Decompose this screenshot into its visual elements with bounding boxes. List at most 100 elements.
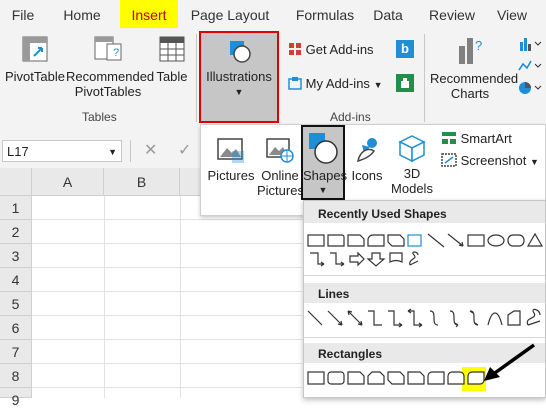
pie-chart-icon[interactable] (518, 80, 544, 96)
name-box[interactable]: L17 ▼ (2, 140, 122, 162)
addins-icon (288, 76, 302, 90)
shape-elbow-connector[interactable] (310, 252, 325, 267)
row-header-2[interactable]: 2 (0, 220, 32, 244)
line-scribble[interactable] (526, 308, 541, 326)
bing-icon[interactable]: b (396, 40, 414, 58)
shape-round-corner-rectangle[interactable] (367, 234, 385, 247)
illustrations-button[interactable]: Illustrations ▼ (199, 31, 279, 123)
column-header-a[interactable]: A (32, 168, 104, 196)
table-icon (159, 36, 185, 62)
grid-line (32, 291, 302, 292)
rect-snip-round[interactable] (407, 371, 425, 385)
tab-file[interactable]: File (6, 0, 40, 28)
shape-arrow[interactable] (447, 233, 464, 247)
rect-snip-single[interactable] (347, 371, 365, 385)
pointer-arrow-icon (484, 343, 536, 381)
line-straight[interactable] (307, 310, 323, 326)
chevron-down-icon: ▼ (373, 80, 383, 90)
tab-data[interactable]: Data (370, 0, 406, 28)
line-curved-double-arrow[interactable] (469, 310, 479, 326)
tab-formulas[interactable]: Formulas (290, 0, 360, 28)
rect-round-single[interactable] (427, 371, 445, 385)
row-header-7[interactable]: 7 (0, 340, 32, 364)
section-divider (304, 337, 545, 338)
get-addins-button[interactable]: Get Add-ins (288, 42, 374, 57)
shapes-button[interactable]: Shapes ▼ (301, 125, 348, 200)
pictures-icon (217, 138, 244, 163)
svg-text:?: ? (113, 47, 119, 59)
line-double-arrow[interactable] (347, 310, 363, 326)
line-curved-arrow[interactable] (449, 310, 459, 328)
people-graph-icon[interactable] (396, 74, 414, 92)
screenshot-label: Screenshot (460, 153, 527, 168)
shape-right-arrow[interactable] (349, 251, 365, 267)
smartart-button[interactable]: SmartArt (441, 131, 512, 146)
select-all-corner[interactable] (0, 168, 32, 196)
shape-oval[interactable] (487, 234, 505, 247)
tab-page-layout[interactable]: Page Layout (188, 0, 272, 28)
line-arrow[interactable] (327, 310, 343, 326)
rect-rounded[interactable] (327, 371, 345, 385)
shape-down-arrow[interactable] (366, 252, 386, 267)
rectangles-title: Rectangles (318, 347, 383, 361)
line-curved[interactable] (429, 310, 439, 326)
line-curve[interactable] (487, 312, 503, 326)
pivottable-button[interactable]: PivotTable (2, 34, 68, 84)
ribbon-separator (196, 34, 197, 122)
chevron-down-icon: ▼ (530, 157, 539, 167)
line-freeform-shape[interactable] (507, 310, 521, 326)
screenshot-button[interactable]: Screenshot ▼ (441, 153, 539, 170)
shape-rounded-rectangle[interactable] (327, 234, 345, 247)
shape-triangle[interactable] (526, 232, 544, 247)
line-chart-icon[interactable] (518, 58, 544, 74)
shape-rounded-rect[interactable] (507, 234, 525, 247)
icons-button[interactable]: Icons (347, 135, 387, 183)
row-header-9[interactable]: 9 (0, 388, 32, 408)
online-pictures-button[interactable]: Online Pictures (257, 135, 304, 198)
shape-document[interactable] (389, 252, 403, 263)
line-elbow[interactable] (368, 310, 382, 326)
grid-line (32, 339, 302, 340)
cancel-icon[interactable]: ✕ (144, 140, 157, 160)
pivottable-icon (22, 36, 48, 62)
rect-rectangle[interactable] (307, 371, 325, 385)
row-header-3[interactable]: 3 (0, 244, 32, 268)
shape-elbow-arrow[interactable] (330, 252, 345, 267)
recommended-pivottables-button[interactable]: ? Recommended PivotTables (66, 34, 154, 99)
grid-line (32, 315, 302, 316)
column-chart-icon[interactable] (518, 36, 544, 52)
table-button[interactable]: Table (152, 34, 192, 84)
tab-review[interactable]: Review (426, 0, 478, 28)
shape-rectangle-2[interactable] (467, 234, 485, 247)
shape-snip-rectangle[interactable] (347, 234, 365, 247)
row-header-1[interactable]: 1 (0, 196, 32, 220)
line-elbow-arrow[interactable] (388, 310, 403, 328)
get-addins-label: Get Add-ins (305, 42, 374, 57)
recent-shapes-row (307, 232, 544, 267)
online-pictures-label: Online Pictures (257, 168, 304, 198)
row-header-6[interactable]: 6 (0, 316, 32, 340)
row-header-4[interactable]: 4 (0, 268, 32, 292)
line-elbow-double-arrow[interactable] (407, 308, 423, 328)
column-header-b[interactable]: B (104, 168, 180, 196)
shape-freeform[interactable] (409, 251, 419, 266)
row-header-5[interactable]: 5 (0, 292, 32, 316)
tab-insert[interactable]: Insert (120, 0, 178, 28)
tab-view[interactable]: View (492, 0, 532, 28)
rect-snip-diagonal[interactable] (387, 371, 405, 385)
recommended-charts-button[interactable]: ? Recommended Charts (430, 34, 518, 101)
shape-text-box[interactable] (407, 234, 422, 247)
tab-home[interactable]: Home (58, 0, 106, 28)
illustrations-label: Illustrations (206, 69, 272, 84)
my-addins-button[interactable]: My Add-ins ▼ (288, 76, 382, 93)
row-header-8[interactable]: 8 (0, 364, 32, 388)
shape-snip-diagonal[interactable] (387, 234, 405, 247)
enter-icon[interactable]: ✓ (178, 140, 191, 160)
shape-line[interactable] (427, 233, 445, 248)
pictures-button[interactable]: Pictures (207, 135, 255, 183)
shape-rectangle[interactable] (307, 234, 325, 247)
shapes-label: Shapes (303, 168, 348, 183)
rect-snip-same-side[interactable] (367, 371, 385, 385)
chevron-down-icon: ▼ (108, 147, 117, 157)
rect-round-same-side[interactable] (447, 371, 465, 385)
